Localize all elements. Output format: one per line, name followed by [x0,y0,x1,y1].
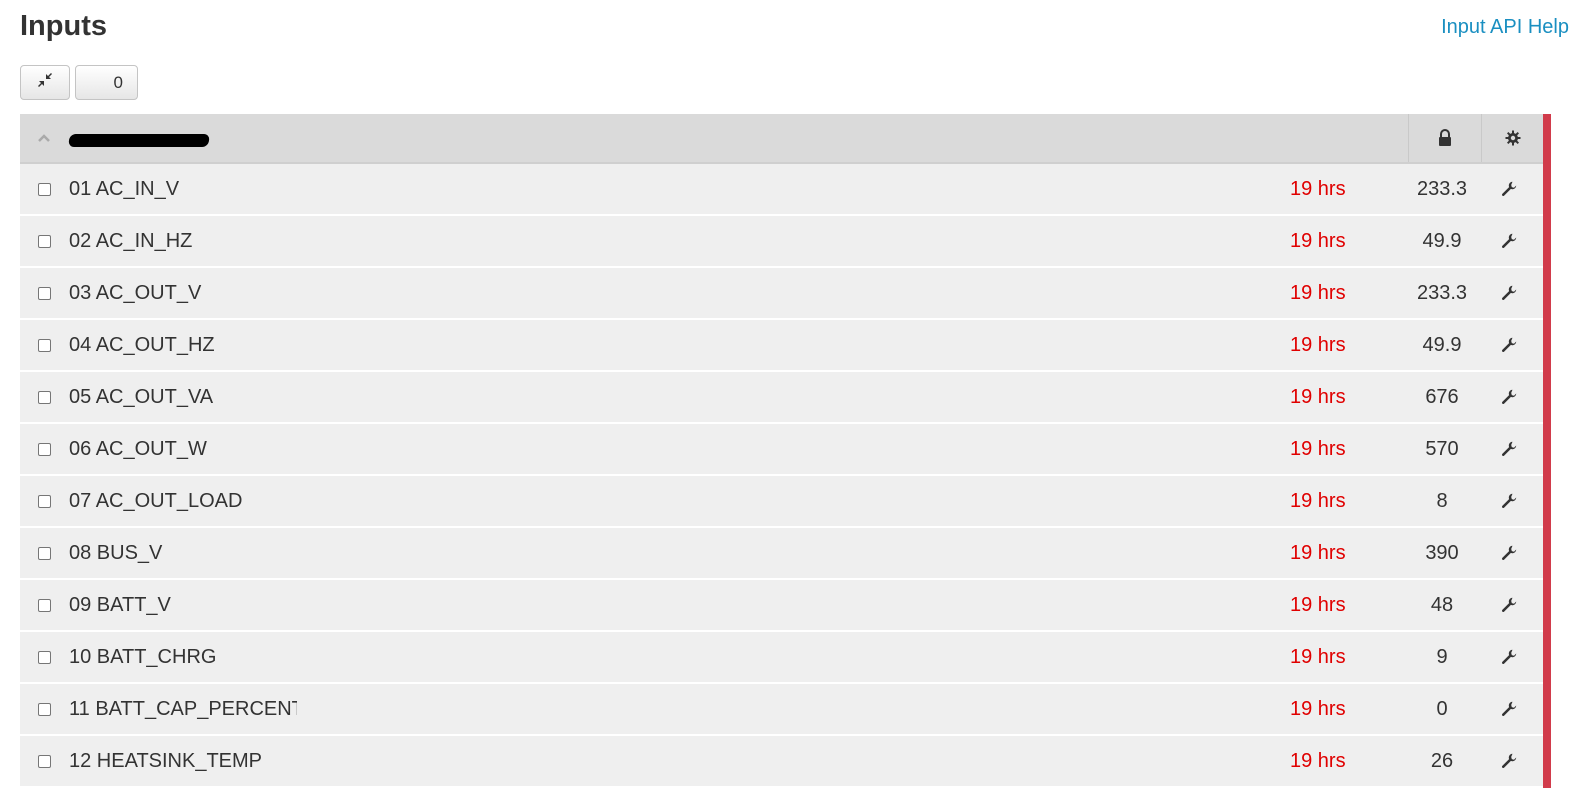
last-updated: 19 hrs [1290,489,1346,512]
row-select-checkbox[interactable] [38,546,51,560]
row-select-cell [20,286,69,300]
input-value: 49.9 [1422,333,1462,356]
wrench-icon[interactable] [1474,493,1543,509]
redacted-group-name [68,133,210,147]
input-name: 01 AC_IN_V [69,177,180,200]
last-updated: 19 hrs [1290,333,1346,356]
input-value: 390 [1425,541,1459,564]
wrench-icon[interactable] [1474,701,1543,717]
row-select-cell [20,702,69,716]
selected-count-button[interactable]: 0 [75,65,138,100]
selected-count: 0 [113,72,123,92]
gear-icon[interactable] [1481,114,1543,162]
row-select-cell [20,494,69,508]
row-select-checkbox[interactable] [38,286,51,300]
input-name: 03 AC_OUT_V [69,281,202,304]
row-select-cell [20,182,69,196]
wrench-icon[interactable] [1474,337,1543,353]
row-select-checkbox[interactable] [38,702,51,716]
wrench-icon[interactable] [1474,597,1543,613]
input-value: 9 [1436,645,1448,668]
input-value: 676 [1425,385,1459,408]
last-updated: 19 hrs [1290,645,1346,668]
input-name: 08 BUS_V [69,541,163,564]
input-name: 04 AC_OUT_HZ [69,333,215,356]
last-updated: 19 hrs [1290,749,1346,772]
input-value: 570 [1425,437,1459,460]
input-value: 233.3 [1416,177,1468,200]
row-select-cell [20,598,69,612]
row-select-checkbox[interactable] [38,338,51,352]
last-updated: 19 hrs [1290,541,1346,564]
wrench-icon[interactable] [1474,285,1543,301]
table-row[interactable]: 05 AC_OUT_VA 19 hrs 676 [20,372,1543,424]
wrench-icon[interactable] [1474,181,1543,197]
last-updated: 19 hrs [1290,281,1346,304]
row-select-checkbox[interactable] [38,754,51,768]
row-select-checkbox[interactable] [38,390,51,404]
wrench-icon[interactable] [1474,233,1543,249]
collapse-arrows-icon [37,72,53,93]
table-row[interactable]: 06 AC_OUT_W 19 hrs 570 [20,424,1543,476]
wrench-icon[interactable] [1474,649,1543,665]
input-name: 10 BATT_CHRG [69,645,217,668]
last-updated: 19 hrs [1290,593,1346,616]
input-rows: 01 AC_IN_V 19 hrs 233.3 02 AC_IN_HZ 19 hrs 49… [20,164,1543,788]
input-value: 0 [1436,697,1448,720]
inputs-table: 01 AC_IN_V 19 hrs 233.3 02 AC_IN_HZ 19 hrs 49… [20,114,1551,788]
last-updated: 19 hrs [1290,697,1346,720]
table-row[interactable]: 12 HEATSINK_TEMP 19 hrs 26 [20,736,1543,788]
input-name: 07 AC_OUT_LOAD [69,489,243,512]
input-value: 49.9 [1422,229,1462,252]
wrench-icon[interactable] [1474,545,1543,561]
last-updated: 19 hrs [1290,229,1346,252]
row-select-cell [20,442,69,456]
row-select-cell [20,338,69,352]
last-updated: 19 hrs [1290,437,1346,460]
row-select-checkbox[interactable] [38,494,51,508]
row-select-cell [20,390,69,404]
row-select-checkbox[interactable] [38,182,51,196]
input-name: 12 HEATSINK_TEMP [69,749,263,772]
input-name: 02 AC_IN_HZ [69,229,193,252]
row-select-checkbox[interactable] [38,234,51,248]
input-api-help-link[interactable]: Input API Help [1441,16,1569,39]
table-row[interactable]: 11 BATT_CAP_PERCENT 19 hrs 0 [20,684,1543,736]
table-row[interactable]: 03 AC_OUT_V 19 hrs 233.3 [20,268,1543,320]
collapse-all-button[interactable] [20,65,70,100]
row-select-cell [20,650,69,664]
row-select-checkbox[interactable] [38,598,51,612]
input-name: 06 AC_OUT_W [69,437,207,460]
wrench-icon[interactable] [1474,389,1543,405]
wrench-icon[interactable] [1474,753,1543,769]
row-select-cell [20,234,69,248]
input-value: 48 [1430,593,1454,616]
input-name: 05 AC_OUT_VA [69,385,214,408]
input-value: 26 [1430,749,1454,772]
table-row[interactable]: 04 AC_OUT_HZ 19 hrs 49.9 [20,320,1543,372]
input-value: 8 [1436,489,1448,512]
table-row[interactable]: 07 AC_OUT_LOAD 19 hrs 8 [20,476,1543,528]
input-name: 09 BATT_V [69,593,171,616]
last-updated: 19 hrs [1290,177,1346,200]
input-name: 11 BATT_CAP_PERCENT [69,697,297,720]
lock-icon [1408,114,1481,162]
row-select-checkbox[interactable] [38,442,51,456]
table-row[interactable]: 01 AC_IN_V 19 hrs 233.3 [20,164,1543,216]
table-row[interactable]: 09 BATT_V 19 hrs 48 [20,580,1543,632]
row-select-checkbox[interactable] [38,650,51,664]
input-value: 233.3 [1416,281,1468,304]
table-row[interactable]: 10 BATT_CHRG 19 hrs 9 [20,632,1543,684]
group-header[interactable] [20,114,1543,164]
row-select-cell [20,754,69,768]
last-updated: 19 hrs [1290,385,1346,408]
chevron-up-icon[interactable] [20,133,68,143]
toolbar: 0 [20,65,138,100]
row-select-cell [20,546,69,560]
table-row[interactable]: 02 AC_IN_HZ 19 hrs 49.9 [20,216,1543,268]
table-row[interactable]: 08 BUS_V 19 hrs 390 [20,528,1543,580]
wrench-icon[interactable] [1474,441,1543,457]
page-title: Inputs [20,10,107,42]
